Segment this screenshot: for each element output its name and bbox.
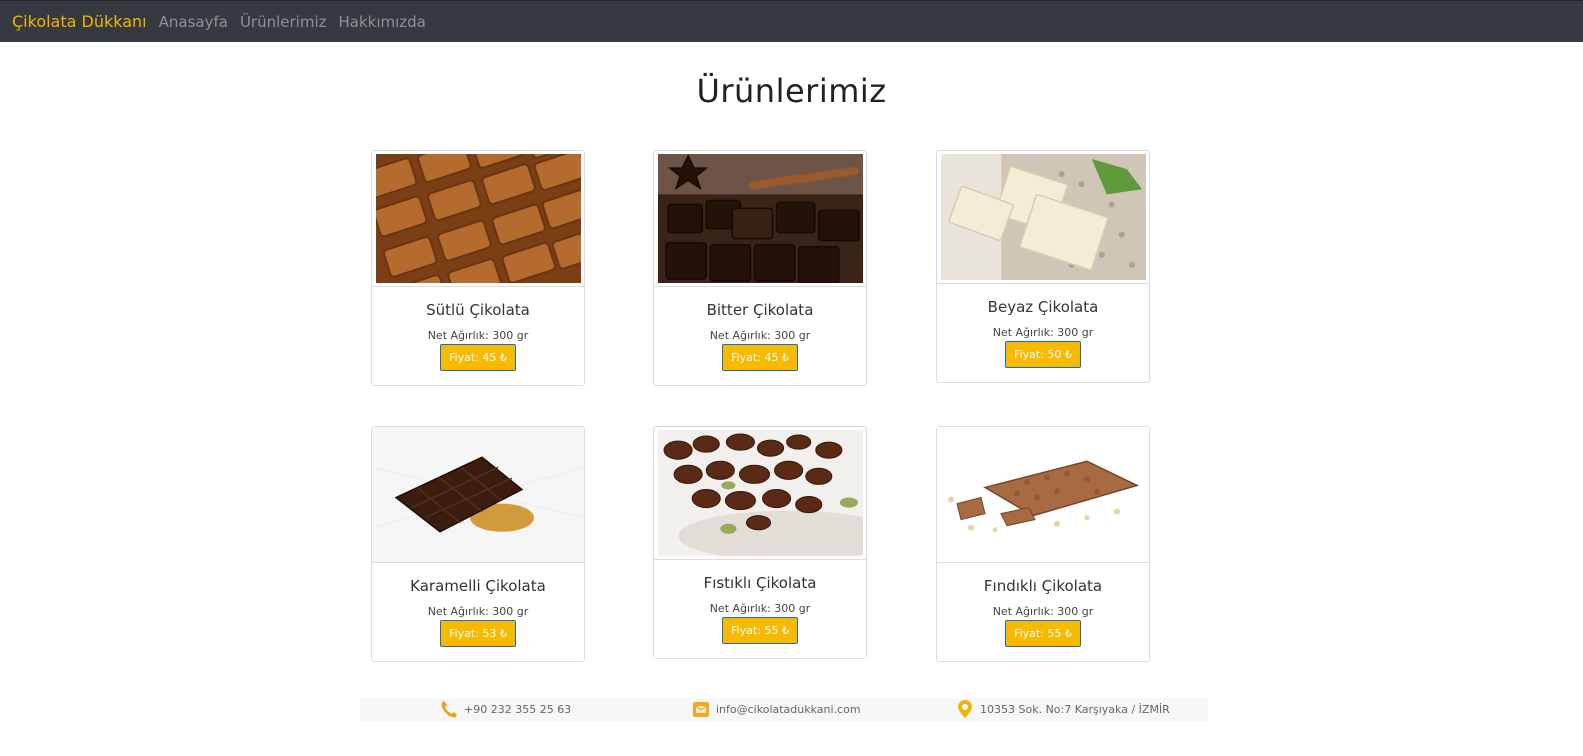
nav-link-urunlerimiz[interactable]: Ürünlerimiz <box>240 13 327 31</box>
product-name: Fıstıklı Çikolata <box>703 574 817 592</box>
nav-link-anasayfa[interactable]: Anasayfa <box>159 13 228 31</box>
product-card: Sütlü Çikolata Net Ağırlık: 300 gr Fiyat… <box>371 150 585 386</box>
footer-address-text: 10353 Sok. No:7 Karşıyaka / İZMİR <box>980 702 1170 716</box>
product-weight: Net Ağırlık: 300 gr <box>709 329 811 342</box>
nav-link-hakkimizda[interactable]: Hakkımızda <box>339 13 426 31</box>
product-card: Fındıklı Çikolata Net Ağırlık: 300 gr Fi… <box>936 426 1150 662</box>
product-weight: Net Ağırlık: 300 gr <box>709 602 811 615</box>
price-button[interactable]: Fiyat: 50 ₺ <box>1005 341 1081 368</box>
product-image <box>658 430 863 556</box>
product-card: Karamelli Çikolata Net Ağırlık: 300 gr F… <box>371 426 585 662</box>
phone-icon <box>440 699 458 719</box>
email-icon <box>692 699 710 719</box>
price-button[interactable]: Fiyat: 45 ₺ <box>440 344 516 371</box>
location-pin-icon <box>956 699 974 719</box>
product-weight: Net Ağırlık: 300 gr <box>427 605 529 618</box>
product-weight: Net Ağırlık: 300 gr <box>992 326 1094 339</box>
product-name: Karamelli Çikolata <box>410 577 546 595</box>
product-card: Fıstıklı Çikolata Net Ağırlık: 300 gr Fi… <box>653 426 867 659</box>
product-weight: Net Ağırlık: 300 gr <box>427 329 529 342</box>
footer-email: info@cikolatadukkani.com <box>692 699 861 719</box>
product-weight: Net Ağırlık: 300 gr <box>992 605 1094 618</box>
price-button[interactable]: Fiyat: 55 ₺ <box>1005 620 1081 647</box>
product-name: Beyaz Çikolata <box>987 298 1099 316</box>
product-name: Fındıklı Çikolata <box>983 577 1103 595</box>
footer-phone: +90 232 355 25 63 <box>440 699 571 719</box>
page-title: Ürünlerimiz <box>696 72 887 110</box>
price-button[interactable]: Fiyat: 53 ₺ <box>440 620 516 647</box>
product-name: Sütlü Çikolata <box>426 301 530 319</box>
product-image <box>658 154 863 283</box>
brand-link[interactable]: Çikolata Dükkanı <box>12 12 147 31</box>
footer-address: 10353 Sok. No:7 Karşıyaka / İZMİR <box>956 699 1170 719</box>
product-card: Bitter Çikolata Net Ağırlık: 300 gr Fiya… <box>653 150 867 386</box>
product-image <box>941 154 1146 280</box>
price-button[interactable]: Fiyat: 55 ₺ <box>722 617 798 644</box>
footer-phone-text: +90 232 355 25 63 <box>464 702 572 716</box>
price-button[interactable]: Fiyat: 45 ₺ <box>722 344 798 371</box>
product-image <box>937 427 1149 562</box>
footer-email-text[interactable]: info@cikolatadukkani.com <box>716 703 861 716</box>
footer: +90 232 355 25 63 info@cikolatadukkani.c… <box>360 698 1208 722</box>
product-card: Beyaz Çikolata Net Ağırlık: 300 gr Fiyat… <box>936 150 1150 383</box>
product-image <box>372 427 584 562</box>
product-name: Bitter Çikolata <box>706 301 814 319</box>
navbar: Çikolata Dükkanı Anasayfa Ürünlerimiz Ha… <box>0 0 1583 42</box>
product-image <box>376 154 581 283</box>
